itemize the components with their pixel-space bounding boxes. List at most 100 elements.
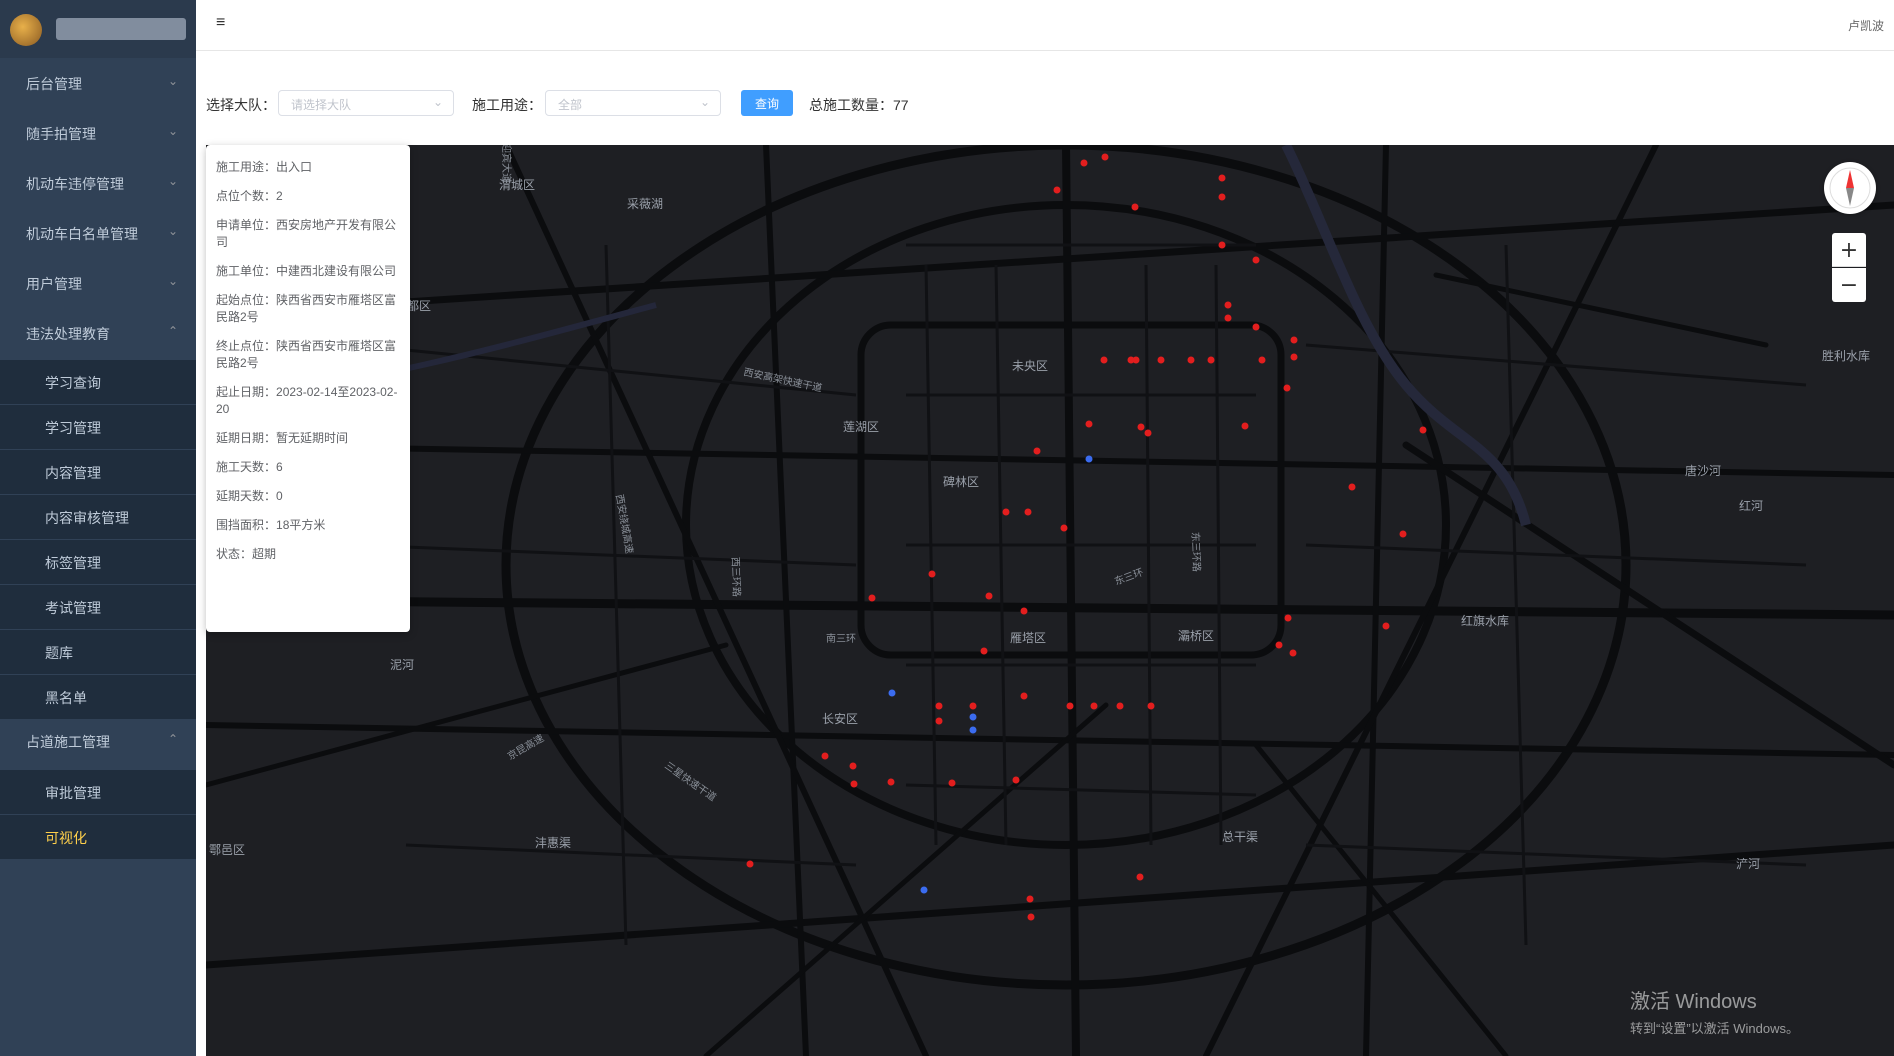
info-row: 状态：超期 — [216, 546, 400, 563]
construction-point[interactable] — [1020, 692, 1028, 700]
construction-point[interactable] — [1283, 384, 1291, 392]
query-button[interactable]: 查询 — [741, 90, 793, 116]
sidebar: 后台管理 ⌄ 随手拍管理 ⌄ 机动车违停管理 ⌄ 机动车白名单管理 ⌄ 用户管理 ⌄ 违法处理教育 ⌃… — [0, 0, 196, 1056]
construction-point[interactable] — [1027, 913, 1035, 921]
construction-point[interactable] — [1290, 353, 1298, 361]
sidebar-sub-item[interactable]: 题库 — [0, 630, 196, 674]
sidebar-menu-item[interactable]: 随手拍管理 ⌄ — [0, 108, 196, 158]
construction-point[interactable] — [948, 779, 956, 787]
construction-point[interactable] — [1012, 776, 1020, 784]
construction-point[interactable] — [1382, 622, 1390, 630]
info-row: 施工单位：中建西北建设有限公司 — [216, 263, 400, 280]
sidebar-menu-item[interactable]: 违法处理教育 ⌃ — [0, 308, 196, 358]
road-label: 西三环路 — [729, 557, 743, 597]
compass-icon[interactable] — [1824, 162, 1876, 214]
construction-point[interactable] — [1132, 356, 1140, 364]
construction-point[interactable] — [969, 702, 977, 710]
construction-point[interactable] — [969, 713, 977, 721]
username[interactable]: 卢凯波 — [1848, 17, 1884, 34]
construction-point[interactable] — [1024, 508, 1032, 516]
construction-point[interactable] — [746, 860, 754, 868]
construction-point[interactable] — [985, 592, 993, 600]
construction-point[interactable] — [1147, 702, 1155, 710]
sidebar-sub-item[interactable]: 标签管理 — [0, 540, 196, 584]
map-label: 采薇湖 — [627, 196, 663, 211]
map-label: 沣惠渠 — [535, 836, 571, 850]
construction-point[interactable] — [1241, 422, 1249, 430]
sidebar-sub-item[interactable]: 黑名单 — [0, 675, 196, 719]
construction-point[interactable] — [868, 594, 876, 602]
sidebar-sub-item[interactable]: 审批管理 — [0, 770, 196, 814]
info-row: 施工天数：6 — [216, 459, 400, 476]
construction-point[interactable] — [888, 689, 896, 697]
construction-point[interactable] — [1085, 455, 1093, 463]
construction-point[interactable] — [1066, 702, 1074, 710]
sidebar-sub-item[interactable]: 内容审核管理 — [0, 495, 196, 539]
construction-point[interactable] — [1284, 614, 1292, 622]
construction-point[interactable] — [1131, 203, 1139, 211]
construction-point[interactable] — [928, 570, 936, 578]
construction-point[interactable] — [1187, 356, 1195, 364]
construction-point[interactable] — [1020, 607, 1028, 615]
use-select[interactable]: 全部 ⌄ — [545, 90, 721, 116]
construction-point[interactable] — [969, 726, 977, 734]
construction-point[interactable] — [1080, 159, 1088, 167]
construction-point[interactable] — [1002, 508, 1010, 516]
construction-point[interactable] — [1399, 530, 1407, 538]
construction-point[interactable] — [1090, 702, 1098, 710]
construction-point[interactable] — [1033, 447, 1041, 455]
construction-point[interactable] — [1085, 420, 1093, 428]
construction-point[interactable] — [1419, 426, 1427, 434]
construction-point[interactable] — [1218, 241, 1226, 249]
construction-point[interactable] — [1060, 524, 1068, 532]
sidebar-menu-item[interactable]: 用户管理 ⌄ — [0, 258, 196, 308]
construction-point[interactable] — [887, 778, 895, 786]
sidebar-menu-item[interactable]: 机动车白名单管理 ⌄ — [0, 208, 196, 258]
construction-point[interactable] — [1348, 483, 1356, 491]
construction-point[interactable] — [980, 647, 988, 655]
construction-point[interactable] — [935, 717, 943, 725]
construction-point[interactable] — [1137, 423, 1145, 431]
sidebar-sub-item[interactable]: 考试管理 — [0, 585, 196, 629]
construction-point[interactable] — [1157, 356, 1165, 364]
zoom-in-button[interactable]: + — [1832, 233, 1866, 267]
construction-points[interactable] — [746, 153, 1427, 921]
construction-point[interactable] — [1101, 153, 1109, 161]
construction-point[interactable] — [821, 752, 829, 760]
construction-point[interactable] — [850, 780, 858, 788]
sidebar-sub-item[interactable]: 内容管理 — [0, 450, 196, 494]
construction-point[interactable] — [1275, 641, 1283, 649]
info-value: 中建西北建设有限公司 — [276, 264, 397, 278]
sidebar-menu-item[interactable]: 占道施工管理 ⌃ — [0, 716, 196, 766]
construction-point[interactable] — [1116, 702, 1124, 710]
zoom-out-button[interactable]: − — [1832, 268, 1866, 302]
construction-point[interactable] — [1136, 873, 1144, 881]
construction-point[interactable] — [1289, 649, 1297, 657]
construction-point[interactable] — [920, 886, 928, 894]
construction-point[interactable] — [1252, 256, 1260, 264]
construction-point[interactable] — [1252, 323, 1260, 331]
hamburger-menu-icon[interactable]: ≡ — [216, 14, 225, 32]
sidebar-menu-item[interactable]: 后台管理 ⌄ — [0, 58, 196, 108]
construction-point[interactable] — [1224, 301, 1232, 309]
info-row: 申请单位：西安房地产开发有限公司 — [216, 217, 400, 251]
construction-point[interactable] — [1218, 174, 1226, 182]
construction-point[interactable] — [935, 702, 943, 710]
team-select[interactable]: 请选择大队 ⌄ — [278, 90, 454, 116]
construction-point[interactable] — [1207, 356, 1215, 364]
sidebar-sub-item[interactable]: 学习管理 — [0, 405, 196, 449]
construction-point[interactable] — [1290, 336, 1298, 344]
info-key: 施工单位： — [216, 264, 277, 278]
construction-point[interactable] — [1053, 186, 1061, 194]
construction-point[interactable] — [1026, 895, 1034, 903]
sidebar-sub-item[interactable]: 可视化 — [0, 815, 196, 859]
construction-point[interactable] — [1144, 429, 1152, 437]
sidebar-sub-item[interactable]: 学习查询 — [0, 360, 196, 404]
construction-point[interactable] — [1218, 193, 1226, 201]
construction-point[interactable] — [849, 762, 857, 770]
construction-point[interactable] — [1224, 314, 1232, 322]
sidebar-menu-item[interactable]: 机动车违停管理 ⌄ — [0, 158, 196, 208]
construction-point[interactable] — [1258, 356, 1266, 364]
construction-point[interactable] — [1100, 356, 1108, 364]
map-canvas[interactable]: 灞桥区 未央区 莲湖区 碑林区 雁塔区 长安区 鄠邑区 秦都区 渭城区 胜利水库… — [206, 145, 1894, 1056]
